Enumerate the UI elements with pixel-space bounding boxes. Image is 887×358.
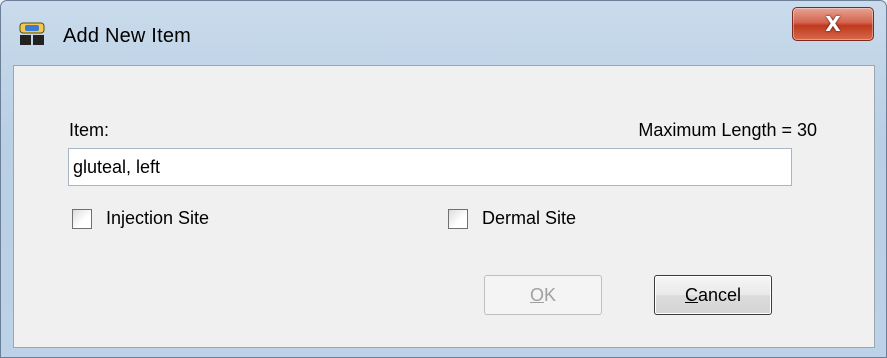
- item-input[interactable]: [68, 148, 792, 186]
- close-button[interactable]: X: [792, 7, 874, 41]
- close-icon: X: [825, 12, 841, 36]
- dialog-body: Item: Maximum Length = 30 Injection Site…: [13, 65, 875, 348]
- dermal-site-label: Dermal Site: [482, 208, 577, 228]
- dermal-site-checkbox-box[interactable]: [448, 208, 468, 229]
- cancel-mnemonic: C: [684, 284, 698, 305]
- window-title: Add New Item: [63, 25, 192, 47]
- dermal-site-checkbox[interactable]: Dermal Site: [448, 208, 576, 229]
- dialog-window: Add New Item X Item: Maximum Length = 30…: [0, 0, 887, 358]
- app-icon: [19, 22, 45, 45]
- item-label: Item:: [69, 120, 110, 140]
- title-bar[interactable]: Add New Item X: [1, 1, 886, 65]
- injection-site-label: Injection Site: [106, 208, 210, 228]
- cancel-button[interactable]: Cancel: [654, 275, 772, 315]
- ok-label-rest: K: [544, 284, 557, 305]
- ok-mnemonic: O: [529, 284, 544, 305]
- injection-site-checkbox-box[interactable]: [72, 208, 92, 229]
- cancel-label-rest: ancel: [697, 284, 742, 305]
- injection-site-checkbox[interactable]: Injection Site: [72, 208, 209, 229]
- max-length-label: Maximum Length = 30: [638, 120, 817, 140]
- ok-button[interactable]: OK: [484, 275, 602, 315]
